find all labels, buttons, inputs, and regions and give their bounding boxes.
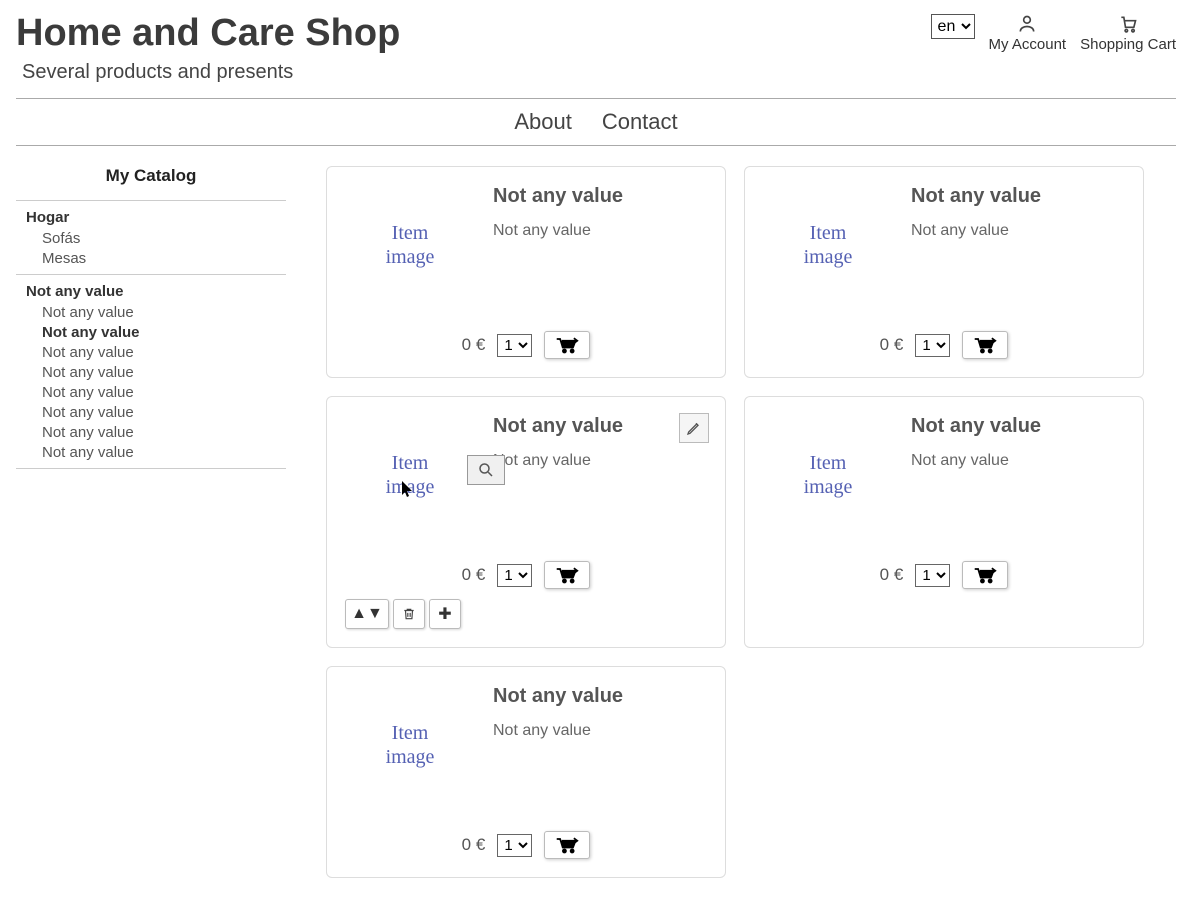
shopping-cart-link[interactable]: Shopping Cart: [1080, 14, 1176, 54]
category-child[interactable]: Not any value: [26, 342, 286, 362]
product-description: Not any value: [911, 452, 1125, 470]
product-description: Not any value: [493, 222, 707, 240]
nav-contact[interactable]: Contact: [602, 109, 678, 135]
product-footer: 0 € 1: [345, 561, 707, 589]
delete-button[interactable]: [393, 599, 425, 629]
item-image-placeholder[interactable]: Itemimage: [763, 415, 893, 535]
edit-button[interactable]: [679, 413, 709, 443]
product-price: 0 €: [462, 335, 486, 355]
add-to-cart-button[interactable]: [544, 561, 590, 589]
category-child[interactable]: Not any value: [26, 442, 286, 462]
category-child[interactable]: Sofás: [26, 228, 286, 248]
product-grid: ItemimageNot any valueNot any value0 €1I…: [326, 166, 1176, 878]
product-footer: 0 € 1: [763, 331, 1125, 359]
sidebar-title: My Catalog: [16, 166, 286, 186]
account-icon: [1016, 14, 1038, 34]
category-child[interactable]: Not any value: [26, 322, 286, 342]
nav-about[interactable]: About: [514, 109, 572, 135]
product-description: Not any value: [493, 452, 707, 470]
add-button[interactable]: ✚: [429, 599, 461, 629]
cart-icon: [1117, 14, 1139, 34]
main: My Catalog HogarSofásMesasNot any valueN…: [0, 146, 1192, 898]
product-price: 0 €: [880, 335, 904, 355]
product-card: Itemimage Not any value Not any value 0 € 1: [744, 396, 1144, 648]
category-child[interactable]: Not any value: [26, 302, 286, 322]
product-price: 0 €: [462, 835, 486, 855]
quantity-select[interactable]: 1: [497, 334, 532, 357]
add-to-cart-button[interactable]: [962, 561, 1008, 589]
product-title: Not any value: [493, 685, 707, 708]
category-child[interactable]: Mesas: [26, 248, 286, 268]
product-footer: 0 € 1: [345, 831, 707, 859]
my-account-link[interactable]: My Account: [989, 14, 1067, 54]
product-card: Itemimage Not any value Not any value 0 € 1: [326, 166, 726, 378]
add-to-cart-button[interactable]: [544, 331, 590, 359]
quantity-select[interactable]: 1: [915, 334, 950, 357]
category-parent[interactable]: Hogar: [26, 207, 286, 228]
item-image-placeholder[interactable]: Itemimage: [345, 185, 475, 305]
language-select[interactable]: en: [931, 14, 975, 39]
category-parent[interactable]: Not any value: [26, 281, 286, 302]
product-title: Not any value: [493, 415, 707, 438]
product-footer: 0 € 1: [763, 561, 1125, 589]
quantity-select[interactable]: 1: [497, 834, 532, 857]
top-nav: About Contact: [16, 98, 1176, 146]
product-footer: 0 € 1: [345, 331, 707, 359]
product-title: Not any value: [911, 185, 1125, 208]
product-card: Itemimage Not any value Not any value 0 € 1 ▲…: [326, 396, 726, 648]
quantity-select[interactable]: 1: [497, 564, 532, 587]
category-group: HogarSofásMesas: [16, 200, 286, 274]
category-child[interactable]: Not any value: [26, 382, 286, 402]
add-to-cart-button[interactable]: [962, 331, 1008, 359]
product-card: Itemimage Not any value Not any value 0 € 1: [326, 666, 726, 878]
move-button[interactable]: ▲▼: [345, 599, 389, 629]
sidebar: My Catalog HogarSofásMesasNot any valueN…: [16, 166, 286, 878]
product-price: 0 €: [880, 565, 904, 585]
item-image-placeholder[interactable]: Itemimage: [763, 185, 893, 305]
category-child[interactable]: Not any value: [26, 362, 286, 382]
item-image-placeholder[interactable]: Itemimage: [345, 685, 475, 805]
quantity-select[interactable]: 1: [915, 564, 950, 587]
zoom-button[interactable]: [467, 455, 505, 485]
header: Home and Care Shop Several products and …: [0, 0, 1192, 84]
header-tools: en My Account Shopping Cart: [931, 8, 1176, 54]
cursor-icon: [401, 481, 415, 505]
product-description: Not any value: [493, 722, 707, 740]
category-child[interactable]: Not any value: [26, 422, 286, 442]
category-group: Not any valueNot any valueNot any valueN…: [16, 274, 286, 469]
product-title: Not any value: [493, 185, 707, 208]
product-price: 0 €: [462, 565, 486, 585]
card-actions: ▲▼ ✚: [345, 599, 707, 629]
item-image-placeholder[interactable]: Itemimage: [345, 415, 475, 535]
add-to-cart-button[interactable]: [544, 831, 590, 859]
product-card: Itemimage Not any value Not any value 0 € 1: [744, 166, 1144, 378]
tagline: Several products and presents: [22, 61, 400, 84]
product-description: Not any value: [911, 222, 1125, 240]
category-child[interactable]: Not any value: [26, 402, 286, 422]
product-title: Not any value: [911, 415, 1125, 438]
brand: Home and Care Shop Several products and …: [16, 8, 400, 84]
page-title: Home and Care Shop: [16, 12, 400, 55]
